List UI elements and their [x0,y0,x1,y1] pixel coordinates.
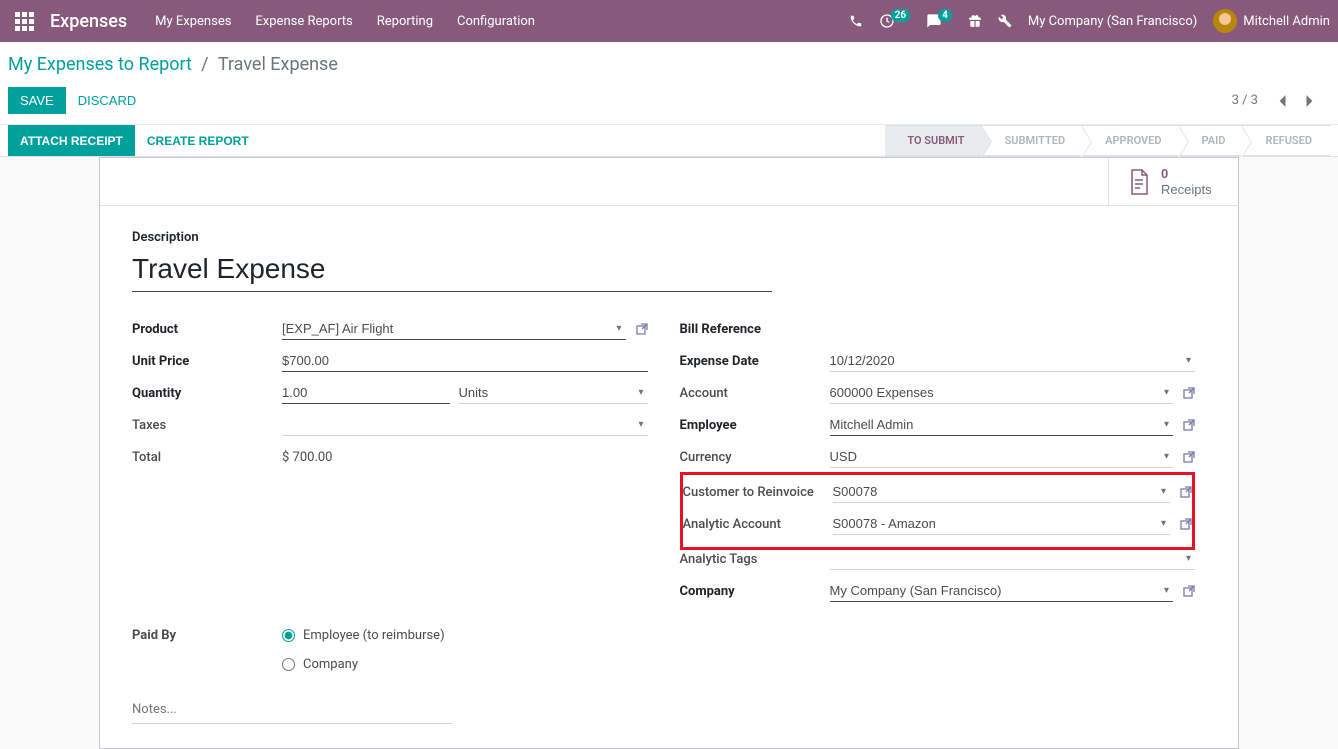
account-input[interactable] [830,382,1160,403]
nav-configuration[interactable]: Configuration [457,14,535,29]
save-button[interactable]: SAVE [8,87,66,114]
messages-badge: 4 [938,9,952,22]
pager-prev[interactable] [1270,89,1294,113]
chevron-down-icon[interactable]: ▾ [634,419,647,430]
nav-reporting[interactable]: Reporting [377,14,433,29]
debug-icon[interactable] [998,14,1012,28]
status-submitted[interactable]: SUBMITTED [983,125,1084,156]
currency-input[interactable] [830,446,1160,467]
document-icon [1127,168,1151,196]
chevron-down-icon[interactable]: ▾ [1160,585,1173,596]
nav-menu: My Expenses Expense Reports Reporting Co… [155,14,535,29]
customer-reinvoice-input[interactable] [833,481,1157,502]
status-bar: TO SUBMIT SUBMITTED APPROVED PAID REFUSE… [885,125,1330,156]
button-box: 0 Receipts [100,158,1238,206]
external-link-icon[interactable] [636,323,648,335]
currency-label: Currency [680,450,830,465]
nav-my-expenses[interactable]: My Expenses [155,14,231,29]
uom-input[interactable] [458,382,634,403]
discard-button[interactable]: DISCARD [66,87,149,114]
user-menu[interactable]: Mitchell Admin [1213,9,1330,33]
company-label: Company [680,584,830,599]
user-name: Mitchell Admin [1243,14,1330,29]
taxes-label: Taxes [132,418,282,433]
top-navbar: Expenses My Expenses Expense Reports Rep… [0,0,1338,42]
messages-icon[interactable]: 4 [926,13,952,29]
chevron-down-icon[interactable]: ▾ [612,323,625,334]
company-input[interactable] [830,580,1160,601]
paid-by-company[interactable]: Company [282,657,445,672]
total-label: Total [132,450,282,465]
unit-price-input[interactable] [282,350,648,372]
quantity-input[interactable] [282,382,450,404]
external-link-icon[interactable] [1183,585,1195,597]
control-panel: My Expenses to Report / Travel Expense S… [0,42,1338,125]
external-link-icon[interactable] [1183,387,1195,399]
form-sheet: 0 Receipts Description Product [99,157,1239,749]
status-approved[interactable]: APPROVED [1083,125,1179,156]
activities-badge: 26 [891,9,910,22]
attach-receipt-button[interactable]: ATTACH RECEIPT [8,125,135,156]
taxes-input[interactable] [282,414,634,435]
pager-text[interactable]: 3 / 3 [1232,93,1258,108]
chevron-down-icon[interactable]: ▾ [634,387,647,398]
avatar [1213,9,1237,33]
external-link-icon[interactable] [1183,451,1195,463]
secondary-action-bar: ATTACH RECEIPT CREATE REPORT TO SUBMIT S… [0,125,1338,157]
analytic-account-input[interactable] [833,513,1157,534]
apps-icon[interactable] [8,5,40,37]
breadcrumb: My Expenses to Report / Travel Expense [8,54,338,75]
phone-icon[interactable] [849,14,863,28]
highlight-annotation: Customer to Reinvoice ▾ Analytic Account [680,472,1196,550]
chevron-down-icon[interactable]: ▾ [1157,486,1170,497]
account-label: Account [680,386,830,401]
expense-date-input[interactable] [830,350,1182,371]
chevron-down-icon[interactable]: ▾ [1160,419,1173,430]
notes-input[interactable] [132,696,452,724]
bill-ref-label: Bill Reference [680,322,830,337]
paid-by-label: Paid By [132,628,282,643]
analytic-account-label: Analytic Account [683,517,833,532]
pager: 3 / 3 [1232,89,1322,113]
external-link-icon[interactable] [1183,419,1195,431]
paid-by-employee[interactable]: Employee (to reimburse) [282,628,445,643]
chevron-down-icon[interactable]: ▾ [1182,355,1195,366]
analytic-tags-label: Analytic Tags [680,552,830,567]
nav-expense-reports[interactable]: Expense Reports [255,14,352,29]
external-link-icon[interactable] [1180,518,1192,530]
product-input[interactable] [282,318,612,339]
product-label: Product [132,322,282,337]
chevron-down-icon[interactable]: ▾ [1160,451,1173,462]
breadcrumb-parent[interactable]: My Expenses to Report [8,54,192,75]
employee-input[interactable] [830,414,1160,435]
status-paid[interactable]: PAID [1180,125,1244,156]
company-switcher[interactable]: My Company (San Francisco) [1028,14,1197,29]
status-to-submit[interactable]: TO SUBMIT [885,125,982,156]
description-input[interactable] [132,249,772,292]
gift-icon[interactable] [968,14,982,28]
receipts-stat-button[interactable]: 0 Receipts [1108,158,1238,205]
quantity-label: Quantity [132,386,282,401]
receipts-label: Receipts [1161,182,1212,198]
app-title[interactable]: Expenses [50,11,127,32]
customer-reinvoice-label: Customer to Reinvoice [683,485,833,500]
chevron-down-icon[interactable]: ▾ [1160,387,1173,398]
external-link-icon[interactable] [1180,486,1192,498]
create-report-button[interactable]: CREATE REPORT [135,125,261,156]
chevron-down-icon[interactable]: ▾ [1157,518,1170,529]
receipts-count: 0 [1161,166,1212,182]
status-refused[interactable]: REFUSED [1243,125,1330,156]
total-value: $ 700.00 [282,447,333,468]
pager-next[interactable] [1298,89,1322,113]
activities-icon[interactable]: 26 [879,13,910,29]
employee-label: Employee [680,418,830,433]
chevron-down-icon[interactable]: ▾ [1182,553,1195,564]
analytic-tags-input[interactable] [830,548,1182,569]
expense-date-label: Expense Date [680,354,830,369]
breadcrumb-current: Travel Expense [218,54,338,75]
description-label: Description [132,230,772,245]
unit-price-label: Unit Price [132,354,282,369]
